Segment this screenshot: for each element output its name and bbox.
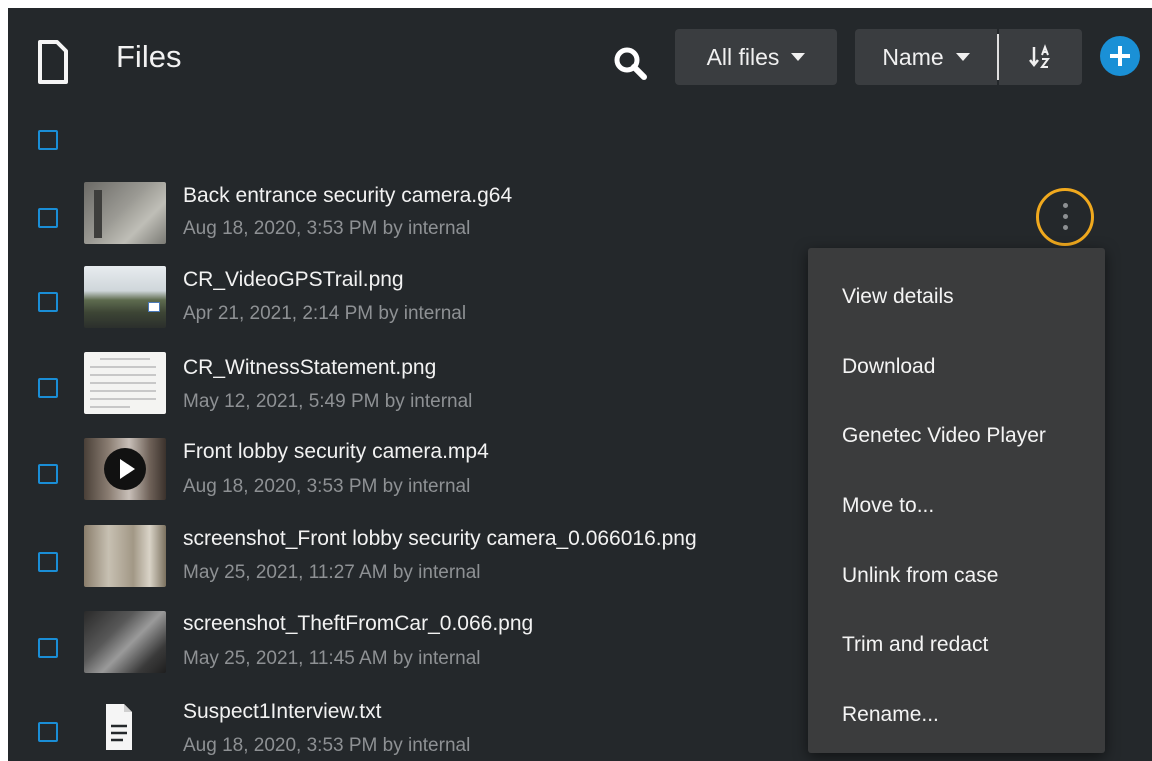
sort-ascending-icon (1028, 44, 1050, 68)
file-name: Front lobby security camera.mp4 (183, 440, 489, 463)
menu-item-label: Unlink from case (842, 564, 999, 587)
file-filter-label: All files (706, 43, 780, 70)
file-name: screenshot_TheftFromCar_0.066.png (183, 612, 534, 635)
chevron-down-icon (791, 53, 806, 61)
menu-item-view-details[interactable]: View details (808, 266, 1105, 330)
kebab-dot (1063, 203, 1068, 208)
file-meta: May 12, 2021, 5:49 PM by internal (183, 391, 473, 412)
sort-control: Name (855, 29, 1082, 85)
sort-field-label: Name (882, 43, 944, 70)
sort-direction-button[interactable] (999, 29, 1082, 85)
file-row[interactable]: screenshot_Front lobby security camera_0… (8, 520, 808, 608)
file-row[interactable]: Back entrance security camera.g64 Aug 18… (8, 174, 808, 262)
sort-field-dropdown[interactable]: Name (855, 29, 997, 85)
file-row[interactable]: CR_WitnessStatement.png May 12, 2021, 5:… (8, 348, 808, 436)
menu-item-label: Trim and redact (842, 633, 989, 656)
row-checkbox[interactable] (38, 464, 58, 484)
row-checkbox[interactable] (38, 638, 58, 658)
file-meta: May 25, 2021, 11:27 AM by internal (183, 562, 481, 583)
file-thumbnail (84, 525, 166, 587)
search-icon (614, 47, 647, 80)
menu-item-unlink-from-case[interactable]: Unlink from case (808, 545, 1105, 609)
row-checkbox[interactable] (38, 292, 58, 312)
page-title: Files (116, 39, 182, 74)
menu-item-label: Genetec Video Player (842, 424, 1046, 447)
file-thumbnail (84, 438, 166, 500)
file-meta: Aug 18, 2020, 3:53 PM by internal (183, 735, 471, 756)
file-thumbnail (84, 182, 166, 244)
kebab-dot (1063, 225, 1068, 230)
menu-item-label: Move to... (842, 494, 935, 517)
menu-item-label: Rename... (842, 703, 939, 726)
file-thumbnail (84, 352, 166, 414)
select-all-checkbox[interactable] (38, 130, 58, 150)
files-panel: Files All files Name Back entrance secur… (8, 8, 1152, 761)
file-row[interactable]: screenshot_TheftFromCar_0.066.png May 25… (8, 606, 808, 694)
context-menu: View details Download Genetec Video Play… (808, 248, 1105, 753)
file-meta: Apr 21, 2021, 2:14 PM by internal (183, 303, 467, 324)
menu-item-rename[interactable]: Rename... (808, 684, 1105, 748)
file-icon (36, 38, 70, 86)
file-thumbnail (84, 266, 166, 328)
menu-item-label: Download (842, 355, 936, 378)
play-icon (104, 448, 146, 490)
file-row[interactable]: Suspect1Interview.txt Aug 18, 2020, 3:53… (8, 692, 808, 761)
file-meta: May 25, 2021, 11:45 AM by internal (183, 648, 481, 669)
menu-item-move-to[interactable]: Move to... (808, 475, 1105, 539)
file-name: Suspect1Interview.txt (183, 700, 382, 723)
chevron-down-icon (955, 53, 970, 61)
menu-item-label: View details (842, 285, 954, 308)
file-row[interactable]: CR_VideoGPSTrail.png Apr 21, 2021, 2:14 … (8, 262, 808, 350)
file-name: screenshot_Front lobby security camera_0… (183, 527, 697, 550)
more-options-button[interactable] (1036, 188, 1094, 246)
row-checkbox[interactable] (38, 722, 58, 742)
add-file-button[interactable] (1100, 36, 1140, 76)
text-file-icon (84, 696, 166, 758)
file-meta: Aug 18, 2020, 3:53 PM by internal (183, 476, 471, 497)
file-name: Back entrance security camera.g64 (183, 184, 513, 207)
file-filter-dropdown[interactable]: All files (675, 29, 837, 85)
file-name: CR_VideoGPSTrail.png (183, 268, 404, 291)
kebab-dot (1063, 214, 1068, 219)
row-checkbox[interactable] (38, 552, 58, 572)
row-checkbox[interactable] (38, 208, 58, 228)
file-row[interactable]: Front lobby security camera.mp4 Aug 18, … (8, 434, 808, 522)
menu-item-download[interactable]: Download (808, 336, 1105, 400)
file-meta: Aug 18, 2020, 3:53 PM by internal (183, 218, 471, 239)
menu-item-genetec-video-player[interactable]: Genetec Video Player (808, 405, 1105, 469)
search-button[interactable] (611, 44, 651, 84)
row-checkbox[interactable] (38, 378, 58, 398)
file-thumbnail (84, 611, 166, 673)
menu-item-trim-and-redact[interactable]: Trim and redact (808, 614, 1105, 678)
file-name: CR_WitnessStatement.png (183, 356, 437, 379)
